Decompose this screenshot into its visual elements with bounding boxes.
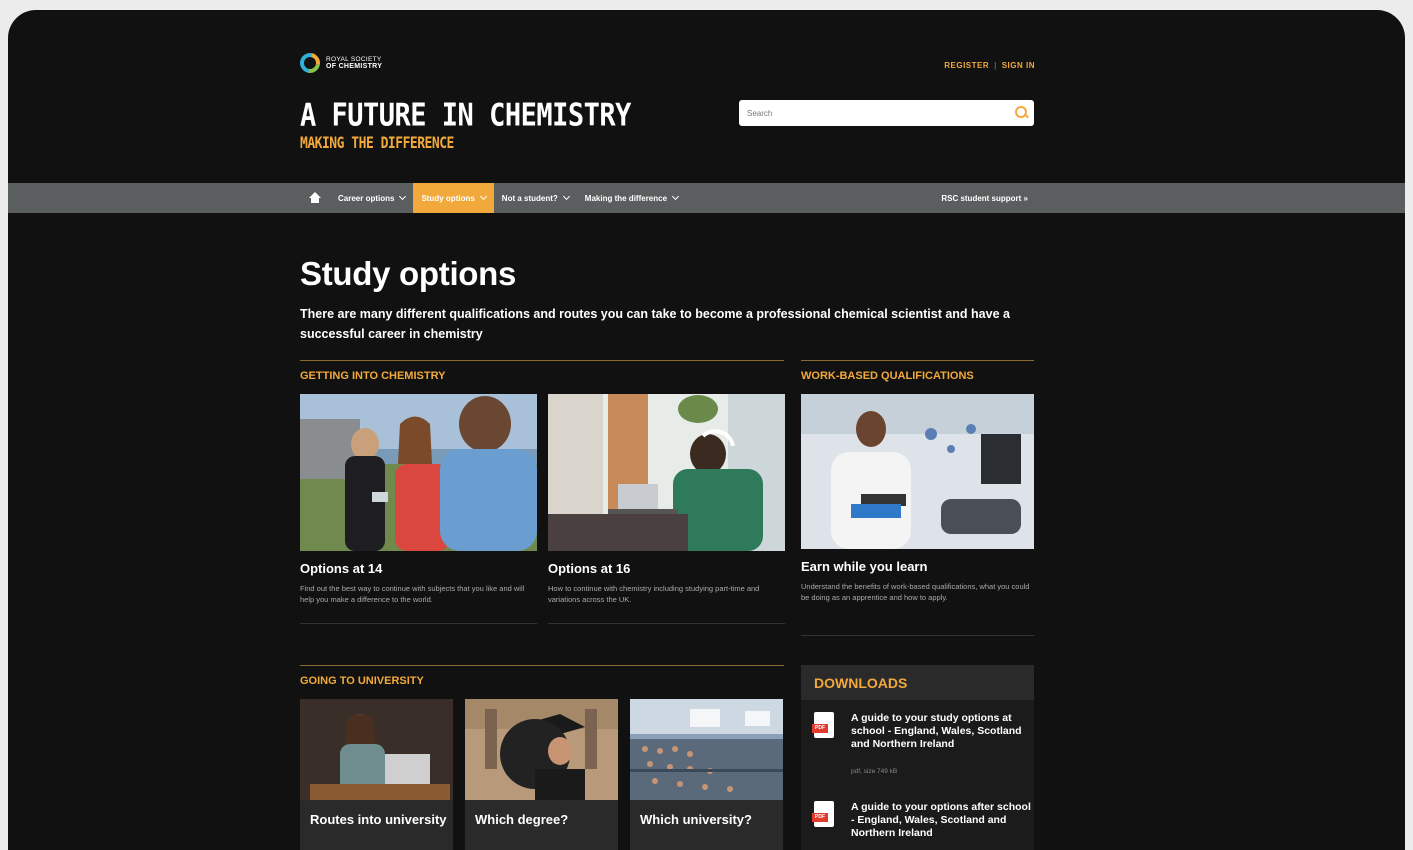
- home-icon[interactable]: [304, 183, 330, 213]
- download-meta: pdf, size 749 kB: [851, 768, 898, 775]
- card-options-at-16[interactable]: Options at 16 How to continue with chemi…: [548, 394, 785, 634]
- pdf-file-icon: PDF: [812, 712, 834, 738]
- search-icon[interactable]: [1008, 100, 1034, 126]
- divider: [548, 623, 785, 624]
- card-options-at-14[interactable]: Options at 14 Find out the best way to c…: [300, 394, 537, 634]
- students-photo: [300, 394, 537, 551]
- logo-line-1: ROYAL SOCIETY: [326, 56, 382, 63]
- chevron-down-icon: [399, 192, 407, 201]
- downloads-panel: DOWNLOADS PDF A guide to your study opti…: [801, 665, 1034, 850]
- card-description: Find out the best way to continue with s…: [300, 584, 525, 604]
- download-title[interactable]: A guide to your study options at school …: [851, 712, 1031, 751]
- lecture-hall-photo: [630, 699, 783, 800]
- download-item[interactable]: PDF A guide to your study options at sch…: [812, 712, 1024, 782]
- card-title: Which degree?: [475, 812, 569, 827]
- divider: [801, 635, 1034, 636]
- page-title: Study options: [300, 255, 517, 292]
- rsc-student-support-link[interactable]: RSC student support »: [941, 194, 1034, 203]
- card-title: Which university?: [640, 812, 752, 827]
- chevron-down-icon: [672, 192, 680, 201]
- site-subtitle: MAKING THE DIFFERENCE: [300, 135, 454, 153]
- search-box: [739, 100, 1034, 126]
- nav-study-options[interactable]: Study options: [413, 183, 494, 213]
- card-which-degree[interactable]: Which degree?: [465, 699, 618, 850]
- main-nav: Career options Study options Not a stude…: [8, 183, 1405, 213]
- nav-making-the-difference[interactable]: Making the difference: [577, 183, 686, 213]
- lab-scientist-photo: [801, 394, 1034, 549]
- card-routes-into-university[interactable]: Routes into university: [300, 699, 453, 850]
- woman-with-laptop-photo: [300, 699, 453, 800]
- card-title: Options at 16: [548, 561, 631, 576]
- nav-not-a-student[interactable]: Not a student?: [494, 183, 577, 213]
- card-title: Routes into university: [310, 812, 447, 827]
- browser-frame: ROYAL SOCIETY OF CHEMISTRY REGISTER | SIGN…: [8, 10, 1405, 850]
- nav-career-options[interactable]: Career options: [330, 183, 413, 213]
- section-heading-work-based: WORK-BASED QUALIFICATIONS: [801, 360, 1034, 382]
- section-heading-going-to-university: GOING TO UNIVERSITY: [300, 665, 784, 687]
- section-heading-getting-into-chemistry: GETTING INTO CHEMISTRY: [300, 360, 784, 382]
- divider: [300, 623, 537, 624]
- card-which-university[interactable]: Which university?: [630, 699, 783, 850]
- card-earn-while-you-learn[interactable]: Earn while you learn Understand the bene…: [801, 394, 1034, 646]
- chevron-down-icon: [479, 192, 487, 201]
- logo-line-2: OF CHEMISTRY: [326, 63, 383, 70]
- download-title[interactable]: A guide to your options after school - E…: [851, 801, 1031, 840]
- rsc-logo-icon: [296, 49, 324, 77]
- card-title: Earn while you learn: [801, 559, 928, 574]
- search-input[interactable]: [739, 100, 1008, 126]
- sign-in-link[interactable]: SIGN IN: [1002, 61, 1035, 70]
- rsc-logo[interactable]: ROYAL SOCIETY OF CHEMISTRY: [296, 49, 383, 77]
- site-title[interactable]: A FUTURE IN CHEMISTRY: [300, 98, 631, 134]
- downloads-heading: DOWNLOADS: [801, 665, 1034, 700]
- page-intro: There are many different qualifications …: [300, 307, 1010, 341]
- card-description: Understand the benefits of work-based qu…: [801, 582, 1030, 602]
- download-item[interactable]: PDF A guide to your options after school…: [812, 789, 1031, 850]
- pdf-file-icon: PDF: [812, 801, 834, 827]
- card-description: How to continue with chemistry including…: [548, 584, 760, 604]
- graduation-photo: [465, 699, 618, 800]
- card-title: Options at 14: [300, 561, 383, 576]
- auth-links: REGISTER | SIGN IN: [944, 61, 1035, 70]
- register-link[interactable]: REGISTER: [944, 61, 989, 70]
- chevron-down-icon: [562, 192, 570, 201]
- student-with-laptop-photo: [548, 394, 785, 551]
